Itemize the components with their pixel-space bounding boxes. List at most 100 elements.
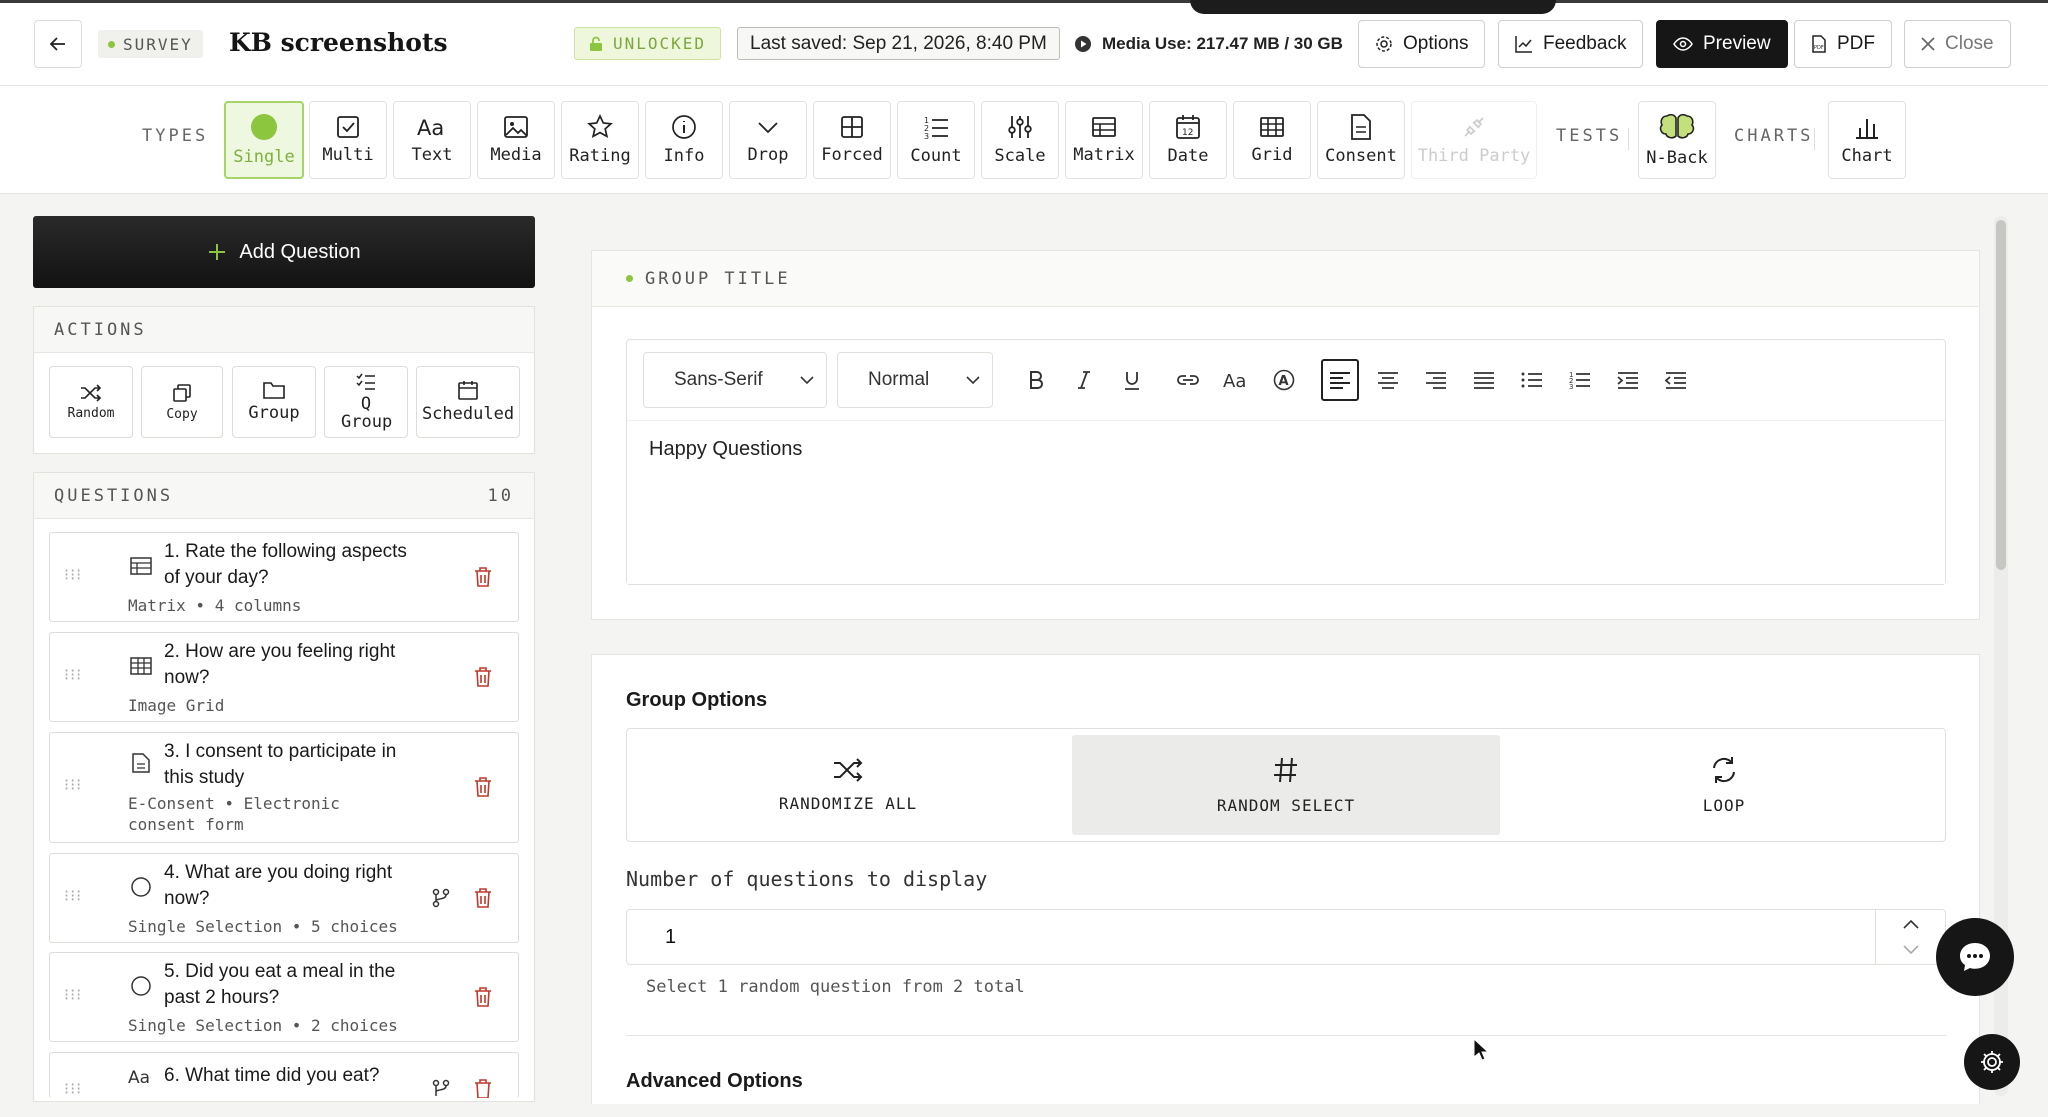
add-question-button[interactable]: Add Question	[33, 216, 535, 288]
branch-logic-icon[interactable]	[432, 888, 450, 908]
type-consent[interactable]: Consent	[1317, 101, 1405, 179]
chevron-down-icon[interactable]	[1902, 944, 1920, 956]
outdent-icon[interactable]	[1657, 359, 1695, 401]
top-bar: SURVEY KB screenshots UNLOCKED Last save…	[0, 0, 2048, 86]
trash-icon[interactable]	[474, 987, 492, 1007]
group-options-card: Group Options RANDOMIZE ALL RANDOM SELEC…	[591, 654, 1980, 1104]
action-q-group[interactable]: Q Group	[324, 366, 408, 438]
action-group[interactable]: Group	[232, 366, 316, 438]
chat-support-button[interactable]	[1936, 918, 2014, 996]
svg-text:Aa: Aa	[1223, 371, 1246, 390]
group-options-title: Group Options	[626, 689, 768, 711]
align-justify-icon[interactable]	[1465, 359, 1503, 401]
tests-section-label: TESTS	[1556, 126, 1623, 146]
editor-content-area[interactable]	[627, 420, 1945, 584]
align-right-icon[interactable]	[1417, 359, 1455, 401]
font-size-select[interactable]: Normal	[837, 352, 993, 408]
type-info[interactable]: Info	[645, 101, 723, 179]
options-button[interactable]: Options	[1358, 20, 1486, 68]
mode-randomize-all[interactable]: RANDOMIZE ALL	[633, 735, 1063, 835]
action-copy[interactable]: Copy	[141, 366, 223, 438]
question-count-input[interactable]: 1	[626, 909, 1946, 965]
pdf-button[interactable]: PDF PDF	[1794, 20, 1892, 68]
question-item[interactable]: ⁝⁝⁝ Aa 6. What time did you eat?	[49, 1052, 519, 1098]
chevron-down-icon	[758, 122, 778, 134]
preview-button[interactable]: Preview	[1656, 20, 1788, 68]
type-label: Info	[663, 146, 705, 166]
trash-icon[interactable]	[474, 777, 492, 797]
type-count[interactable]: 123 Count	[897, 101, 975, 179]
type-text[interactable]: Aa Text	[393, 101, 471, 179]
advanced-options-title[interactable]: Advanced Options	[626, 1070, 803, 1093]
branch-logic-icon[interactable]	[432, 1079, 450, 1098]
questions-header: QUESTIONS 10	[34, 473, 534, 519]
indent-icon[interactable]	[1609, 359, 1647, 401]
action-random[interactable]: Random	[49, 366, 133, 438]
type-forced[interactable]: Forced	[813, 101, 891, 179]
type-media[interactable]: Media	[477, 101, 555, 179]
feedback-label: Feedback	[1543, 33, 1627, 54]
action-scheduled[interactable]: Scheduled	[416, 366, 520, 438]
question-item[interactable]: ⁝⁝⁝ 3. I consent to participate in this …	[49, 732, 519, 843]
survey-badge-label: SURVEY	[123, 34, 193, 54]
type-label: Single	[233, 147, 295, 167]
type-scale[interactable]: Scale	[981, 101, 1059, 179]
trash-icon[interactable]	[474, 567, 492, 587]
question-item[interactable]: ⁝⁝⁝ 4. What are you doing right now? Sin…	[49, 853, 519, 943]
calendar-icon: 12	[1176, 115, 1200, 139]
mode-random-select[interactable]: RANDOM SELECT	[1072, 735, 1500, 835]
drag-handle-icon[interactable]: ⁝⁝⁝	[64, 665, 82, 685]
test-n-back[interactable]: N-Back	[1638, 101, 1716, 179]
underline-icon[interactable]	[1113, 359, 1151, 401]
drag-handle-icon[interactable]: ⁝⁝⁝	[64, 1079, 82, 1098]
scrollbar-thumb[interactable]	[1996, 220, 2006, 570]
page-title: KB screenshots	[229, 28, 448, 57]
rich-text-editor: Sans-Serif Normal Aa A 123 Happy Questio…	[626, 339, 1946, 585]
link-icon[interactable]	[1169, 359, 1207, 401]
type-rating[interactable]: Rating	[561, 101, 639, 179]
editor-content[interactable]: Happy Questions	[649, 438, 802, 461]
question-item[interactable]: ⁝⁝⁝ 1. Rate the following aspects of you…	[49, 532, 519, 622]
chart-type-chart[interactable]: Chart	[1828, 101, 1906, 179]
close-button[interactable]: Close	[1904, 20, 2011, 68]
settings-button[interactable]	[1964, 1034, 2020, 1090]
ordered-list-icon[interactable]: 123	[1561, 359, 1599, 401]
charts-section-label: CHARTS	[1734, 126, 1814, 146]
trash-icon[interactable]	[474, 667, 492, 687]
text-color-icon[interactable]: A	[1265, 359, 1303, 401]
drag-handle-icon[interactable]: ⁝⁝⁝	[64, 565, 82, 585]
feedback-button[interactable]: Feedback	[1498, 20, 1644, 68]
chevron-up-icon[interactable]	[1902, 918, 1920, 930]
bullet-list-icon[interactable]	[1513, 359, 1551, 401]
back-button[interactable]	[34, 20, 82, 68]
sliders-icon	[1008, 116, 1032, 138]
bold-icon[interactable]	[1017, 359, 1055, 401]
align-left-icon[interactable]	[1321, 359, 1359, 401]
number-stepper[interactable]	[1875, 910, 1945, 964]
drag-handle-icon[interactable]: ⁝⁝⁝	[64, 886, 82, 906]
trash-icon[interactable]	[474, 888, 492, 908]
question-item[interactable]: ⁝⁝⁝ 5. Did you eat a meal in the past 2 …	[49, 952, 519, 1042]
arrow-left-icon	[49, 37, 65, 51]
type-date[interactable]: 12 Date	[1149, 101, 1227, 179]
grid-icon	[1260, 117, 1284, 137]
italic-icon[interactable]	[1065, 359, 1103, 401]
drag-handle-icon[interactable]: ⁝⁝⁝	[64, 985, 82, 1005]
align-center-icon[interactable]	[1369, 359, 1407, 401]
drag-handle-icon[interactable]: ⁝⁝⁝	[64, 775, 82, 795]
type-matrix[interactable]: Matrix	[1065, 101, 1143, 179]
type-single[interactable]: Single	[224, 101, 304, 179]
type-multi[interactable]: Multi	[309, 101, 387, 179]
font-size-value: Normal	[868, 369, 930, 390]
trash-icon[interactable]	[474, 1079, 492, 1098]
svg-text:A: A	[1279, 374, 1289, 389]
question-item[interactable]: ⁝⁝⁝ 2. How are you feeling right now? Im…	[49, 632, 519, 722]
font-family-select[interactable]: Sans-Serif	[643, 352, 827, 408]
mode-loop[interactable]: LOOP	[1509, 735, 1939, 835]
shuffle-icon	[81, 383, 102, 402]
font-size-icon[interactable]: Aa	[1217, 359, 1255, 401]
type-drop[interactable]: Drop	[729, 101, 807, 179]
lock-status-badge[interactable]: UNLOCKED	[574, 27, 722, 60]
chart-label: Chart	[1841, 146, 1893, 166]
type-grid[interactable]: Grid	[1233, 101, 1311, 179]
